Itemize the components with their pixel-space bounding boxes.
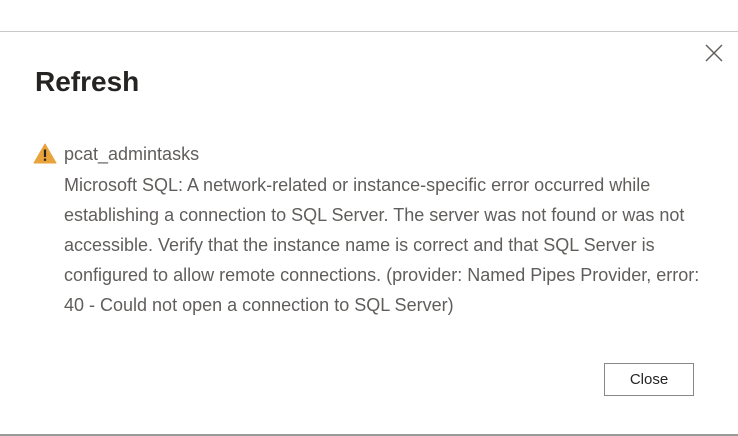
- warning-icon: [33, 143, 57, 164]
- page: Refresh pcat_admintasks Microsoft SQL: A…: [0, 0, 738, 436]
- data-source-name: pcat_admintasks: [64, 144, 200, 164]
- close-icon[interactable]: [704, 43, 724, 63]
- refresh-dialog: Refresh pcat_admintasks Microsoft SQL: A…: [0, 31, 738, 434]
- background-strip: [0, 0, 738, 31]
- error-message: Microsoft SQL: A network-related or inst…: [64, 175, 700, 315]
- close-button[interactable]: Close: [604, 363, 694, 396]
- dialog-title: Refresh: [35, 66, 140, 97]
